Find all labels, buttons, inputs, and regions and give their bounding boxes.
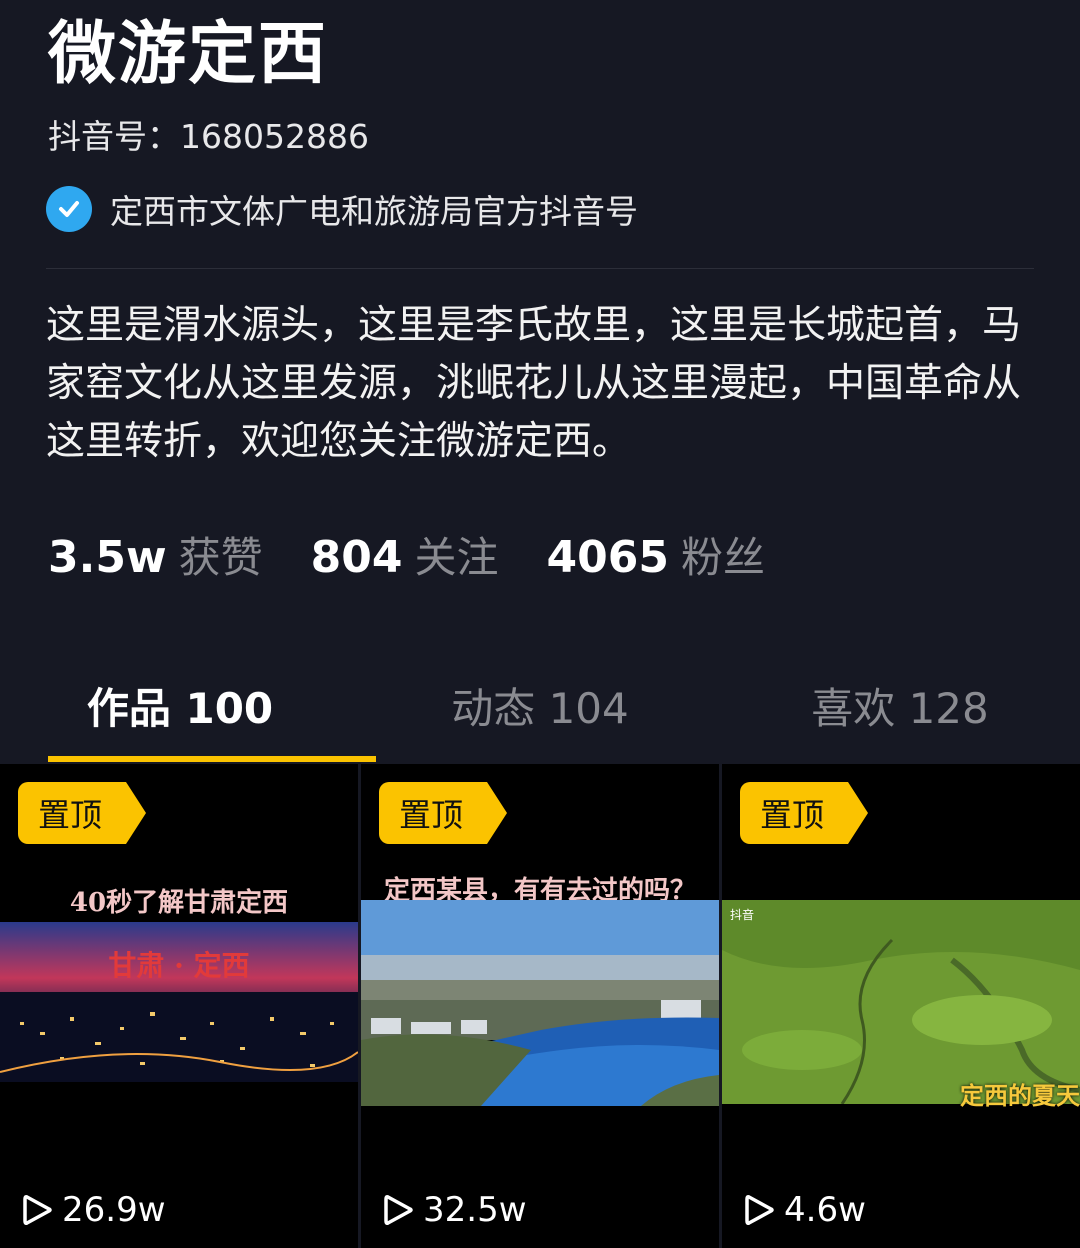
video-overlay-title: 甘肃 · 定西 (108, 949, 250, 982)
tab-works[interactable]: 作品 100 (0, 660, 360, 750)
play-count: 32.5w (381, 1190, 527, 1230)
divider (46, 268, 1034, 269)
stat-following-label: 关注 (414, 533, 499, 582)
play-count: 4.6w (742, 1190, 866, 1230)
tab-activity[interactable]: 动态 104 (360, 660, 720, 750)
play-icon (381, 1192, 415, 1228)
stat-followers-label: 粉丝 (680, 533, 765, 582)
play-count-value: 4.6w (784, 1190, 866, 1230)
verified-check-icon (46, 186, 92, 232)
tab-likes[interactable]: 喜欢 128 (720, 660, 1080, 750)
play-count: 26.9w (20, 1190, 166, 1230)
stat-following-value: 804 (310, 532, 403, 583)
pinned-badge: 置顶 (18, 782, 147, 844)
stat-likes[interactable]: 3.5w 获赞 (48, 524, 263, 585)
play-count-value: 26.9w (62, 1190, 166, 1230)
video-overlay-title: 定西的夏天 (960, 1081, 1080, 1110)
account-id[interactable]: 抖音号：168052886 (48, 116, 369, 158)
play-icon (742, 1192, 776, 1228)
stats-row: 3.5w 获赞 804 关注 4065 粉丝 (48, 524, 813, 585)
stat-likes-value: 3.5w (48, 532, 167, 583)
video-card[interactable]: 40秒了解甘肃定西 甘肃 · 定西 置顶 26.9w (0, 764, 358, 1248)
video-grid: 40秒了解甘肃定西 甘肃 · 定西 置顶 26.9w 定西某县，有有去过的吗？ … (0, 764, 1080, 1248)
stat-likes-label: 获赞 (178, 533, 263, 582)
video-caption: 40秒了解甘肃定西 (69, 888, 289, 918)
stat-following[interactable]: 804 关注 (311, 524, 499, 585)
verification-label: 定西市文体广电和旅游局官方抖音号 (110, 192, 638, 231)
pinned-badge: 置顶 (379, 782, 508, 844)
play-count-value: 32.5w (423, 1190, 527, 1230)
verification-row: 定西市文体广电和旅游局官方抖音号 (46, 184, 638, 234)
profile-name: 微游定西 (48, 15, 329, 94)
active-tab-indicator (48, 756, 376, 762)
stat-followers[interactable]: 4065 粉丝 (546, 524, 764, 585)
profile-bio: 这里是渭水源头，这里是李氏故里，这里是长城起首，马家窑文化从这里发源，洮岷花儿从… (46, 303, 1022, 464)
video-card[interactable]: 定西某县，有有去过的吗？ 置顶 32.5w (361, 764, 719, 1248)
video-card[interactable]: 抖音 定西的夏天 置顶 4.6w (722, 764, 1080, 1248)
pinned-badge: 置顶 (740, 782, 869, 844)
play-icon (20, 1192, 54, 1228)
video-thumbnail (722, 900, 1080, 1104)
watermark-logo: 抖音 (730, 908, 755, 922)
stat-followers-value: 4065 (546, 532, 669, 583)
content-tabs: 作品 100 动态 104 喜欢 128 (0, 660, 1080, 764)
video-thumbnail (361, 900, 719, 1106)
